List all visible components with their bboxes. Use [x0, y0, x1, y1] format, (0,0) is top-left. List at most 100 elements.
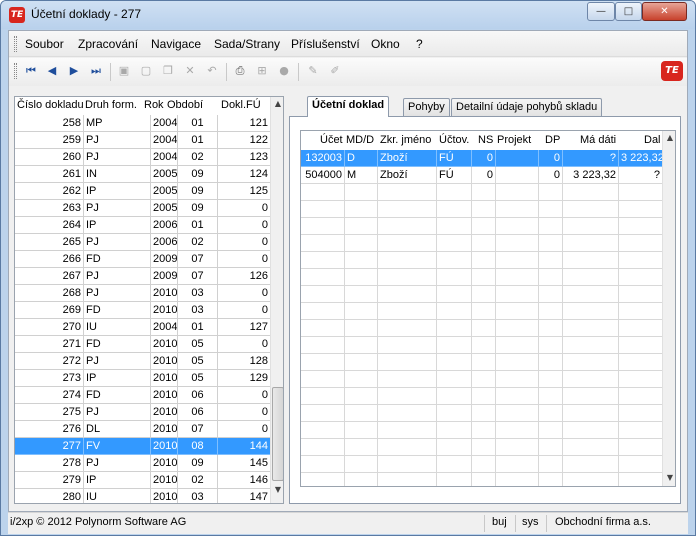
table-cell: IU: [84, 489, 151, 503]
table-row[interactable]: 260 PJ 2004 02 123: [15, 149, 271, 166]
undo-icon[interactable]: ↶: [204, 63, 220, 79]
table-row[interactable]: 279 IP 2010 02 146: [15, 472, 271, 489]
empty-cell: [437, 252, 472, 269]
posting-grid[interactable]: Účet MD/D Zkr. jméno Účtov. NS Projekt D…: [300, 130, 676, 487]
table-cell: FD: [84, 302, 151, 319]
save-icon[interactable]: ▣: [116, 63, 132, 79]
table-cell: ?: [619, 167, 663, 184]
header-rok[interactable]: Rok: [144, 99, 164, 111]
empty-cell: [345, 269, 378, 286]
pen-icon[interactable]: ✐: [327, 63, 343, 79]
table-row[interactable]: 270 IU 2004 01 127: [15, 319, 271, 336]
table-row[interactable]: 259 PJ 2004 01 122: [15, 132, 271, 149]
header-ma-dati[interactable]: Má dáti: [580, 134, 616, 146]
close-button[interactable]: ✕: [642, 2, 687, 21]
header-md-d[interactable]: MD/D: [346, 134, 374, 146]
header-uctov[interactable]: Účtov.: [439, 134, 469, 146]
table-row[interactable]: 273 IP 2010 05 129: [15, 370, 271, 387]
print-icon[interactable]: ⎙: [232, 63, 248, 79]
tree-icon[interactable]: ⊞: [254, 63, 270, 79]
table-cell: 03: [178, 285, 218, 302]
table-row[interactable]: 269 FD 2010 03 0: [15, 302, 271, 319]
table-row[interactable]: 267 PJ 2009 07 126: [15, 268, 271, 285]
edit-icon[interactable]: ✎: [305, 63, 321, 79]
next-record-icon[interactable]: ▶: [66, 63, 82, 79]
first-record-icon[interactable]: ⏮: [23, 63, 39, 79]
menu-navigace[interactable]: Navigace: [151, 37, 201, 51]
menu-help[interactable]: ?: [416, 37, 423, 51]
table-cell: 146: [218, 472, 271, 489]
header-projekt[interactable]: Projekt: [497, 134, 531, 146]
header-obdobi[interactable]: Období: [167, 99, 203, 111]
table-row[interactable]: 268 PJ 2010 03 0: [15, 285, 271, 302]
table-cell: 0: [218, 251, 271, 268]
table-row[interactable]: 132003 D Zboží FÚ 0 0? 3 223,32: [301, 150, 663, 167]
table-cell: 09: [178, 183, 218, 200]
header-ns[interactable]: NS: [478, 134, 493, 146]
menu-sada-strany[interactable]: Sada/Strany: [214, 37, 280, 51]
table-row[interactable]: 262 IP 2005 09 125: [15, 183, 271, 200]
last-record-icon[interactable]: ⏭: [88, 63, 104, 79]
empty-cell: [345, 252, 378, 269]
table-row[interactable]: 272 PJ 2010 05 128: [15, 353, 271, 370]
scroll-up-icon[interactable]: ▲: [271, 97, 283, 111]
empty-cell: [472, 371, 496, 388]
prev-record-icon[interactable]: ◀: [44, 63, 60, 79]
menu-soubor[interactable]: Soubor: [25, 37, 64, 51]
tab-pohyby[interactable]: Pohyby: [403, 98, 450, 116]
table-cell: 262: [15, 183, 84, 200]
empty-cell: [345, 371, 378, 388]
title-bar[interactable]: TE Účetní doklady - 277 — □ ✕: [1, 1, 695, 29]
header-druh-form[interactable]: Druh form.: [85, 99, 137, 111]
delete-icon[interactable]: ✕: [182, 63, 198, 79]
scroll-up-icon[interactable]: ▲: [663, 131, 675, 145]
menu-zpracovani[interactable]: Zpracování: [78, 37, 138, 51]
empty-cell: [619, 388, 663, 405]
table-row[interactable]: 265 PJ 2006 02 0: [15, 234, 271, 251]
empty-cell: [563, 303, 619, 320]
header-dal[interactable]: Dal: [644, 134, 661, 146]
table-row[interactable]: 266 FD 2009 07 0: [15, 251, 271, 268]
table-row[interactable]: 261 IN 2005 09 124: [15, 166, 271, 183]
empty-cell: [437, 371, 472, 388]
table-row[interactable]: 277 FV 2010 08 144: [15, 438, 271, 455]
maximize-button[interactable]: □: [615, 2, 642, 21]
new-document-icon[interactable]: ▢: [138, 63, 154, 79]
header-dokl-fu[interactable]: Dokl.FÚ: [221, 99, 261, 111]
menu-prislusenstvi[interactable]: Příslušenství: [291, 37, 360, 51]
document-list-grid[interactable]: Číslo dokladu Druh form. Rok Období Dokl…: [14, 96, 284, 504]
table-row[interactable]: 280 IU 2010 03 147: [15, 489, 271, 503]
table-row[interactable]: 264 IP 2006 01 0: [15, 217, 271, 234]
empty-cell: [563, 269, 619, 286]
scroll-down-icon[interactable]: ▼: [271, 483, 283, 497]
empty-cell: [378, 303, 437, 320]
menu-okno[interactable]: Okno: [371, 37, 400, 51]
empty-cell: [301, 405, 345, 422]
table-row[interactable]: 258 MP 2004 01 121: [15, 115, 271, 132]
table-row[interactable]: 271 FD 2010 05 0: [15, 336, 271, 353]
table-cell: 263: [15, 200, 84, 217]
table-row[interactable]: 504000 M Zboží FÚ 0 0 3 223,32?: [301, 167, 663, 184]
posting-grid-scrollbar[interactable]: ▲ ▼: [662, 131, 675, 486]
table-cell: 264: [15, 217, 84, 234]
minimize-button[interactable]: —: [587, 2, 615, 21]
header-zkr-jmeno[interactable]: Zkr. jméno: [380, 134, 431, 146]
header-dp[interactable]: DP: [545, 134, 560, 146]
table-row[interactable]: 263 PJ 2005 09 0: [15, 200, 271, 217]
tab-detailni-udaje[interactable]: Detailní údaje pohybů skladu: [451, 98, 603, 116]
table-row[interactable]: 274 FD 2010 06 0: [15, 387, 271, 404]
table-cell: 132003: [301, 150, 345, 167]
table-row[interactable]: 275 PJ 2010 06 0: [15, 404, 271, 421]
empty-cell: [301, 422, 345, 439]
table-row[interactable]: 278 PJ 2010 09 145: [15, 455, 271, 472]
header-ucet[interactable]: Účet: [320, 134, 343, 146]
header-cislo-dokladu[interactable]: Číslo dokladu: [17, 99, 84, 111]
tab-ucetni-doklad[interactable]: Účetní doklad: [307, 96, 390, 117]
stop-icon[interactable]: ●: [276, 63, 292, 79]
scroll-thumb[interactable]: [272, 387, 283, 481]
status-copyright: i/2xp © 2012 Polynorm Software AG: [10, 516, 187, 528]
copy-icon[interactable]: ❐: [160, 63, 176, 79]
scroll-down-icon[interactable]: ▼: [663, 471, 675, 485]
table-row[interactable]: 276 DL 2010 07 0: [15, 421, 271, 438]
document-list-scrollbar[interactable]: ▲ ▼: [270, 97, 283, 503]
